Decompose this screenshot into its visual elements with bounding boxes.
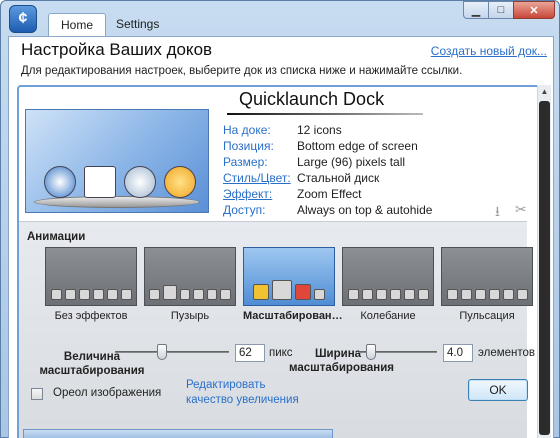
dock-preview-image [25,109,209,213]
zoom-width-slider[interactable] [359,344,437,360]
zoom-width-input[interactable]: 4.0 [443,344,473,362]
close-button[interactable]: ✕ [513,1,555,19]
weather-icon [164,166,196,198]
zoom-size-label: Величина масштабирования [39,351,145,377]
dock-strip [149,285,231,300]
tab-settings[interactable]: Settings [104,13,171,35]
animation-label: Колебание [360,310,416,322]
next-dock-preview-peek [23,429,333,438]
maximize-icon: □ [497,4,505,16]
info-value: Zoom Effect [297,187,362,201]
animation-label: Без эффектов [54,310,128,322]
close-icon: ✕ [529,4,539,17]
dock-strip [347,286,429,300]
animation-label: Пузырь [170,310,210,322]
info-value: Стальной диск [297,171,380,185]
animation-option-pulse[interactable] [441,247,533,306]
scrollbar[interactable]: ▲ [537,85,551,438]
info-value: 12 icons [297,123,342,137]
glow-checkbox[interactable] [31,388,43,400]
tools-icon[interactable]: ✂ [515,201,527,218]
animation-option-swing[interactable] [342,247,434,306]
minimize-button[interactable]: ▁ [463,1,489,19]
title-divider [227,113,423,115]
dock-strip [50,286,132,300]
zoom-size-slider[interactable] [115,344,229,360]
app-logo-icon[interactable]: ¢ [9,5,37,33]
instructions-text: Для редактирования настроек, выберите до… [21,65,463,77]
zoom-width-unit: элементов [478,347,536,359]
windows-icon [44,166,76,198]
scroll-up-icon[interactable]: ▲ [540,87,549,96]
info-value: Large (96) pixels tall [297,155,406,169]
animation-label: Пульсация [459,310,515,322]
window-frame: ¢ Home Settings ▁ □ ✕ Настройка Ваших до… [0,0,560,438]
info-label: Размер: [223,155,268,169]
info-value: Bottom edge of screen [297,139,418,153]
tab-home[interactable]: Home [48,13,107,37]
zoom-size-slider-thumb[interactable] [157,344,167,360]
animations-header: Анимации [27,231,86,243]
edit-zoom-quality-link[interactable]: Редактировать качество увеличения [186,378,306,408]
effect-link[interactable]: Эффект: [223,187,295,201]
zoom-width-slider-thumb[interactable] [366,344,376,360]
finder-icon [124,166,156,198]
style-link[interactable]: Стиль/Цвет: [223,171,295,185]
info-label: Позиция: [223,139,274,153]
info-value: Always on top & autohide [297,203,433,217]
animation-option-bubble[interactable] [144,247,236,306]
animation-label: Масштабирован… [243,310,343,322]
animation-option-none[interactable] [45,247,137,306]
scrollbar-thumb[interactable] [539,101,550,435]
glow-checkbox-label: Ореол изображения [53,387,162,399]
create-dock-link[interactable]: Создать новый док... [431,44,547,58]
dock-strip [446,286,528,300]
animation-option-zoom[interactable] [243,247,335,306]
info-label: На доке: [223,123,271,137]
dock-title: Quicklaunch Dock [239,89,385,109]
dock-strip [248,280,330,300]
zoom-size-input[interactable]: 62 [235,344,265,362]
info-label: Доступ: [223,203,266,217]
ok-button[interactable]: OK [468,379,528,401]
maximize-button[interactable]: □ [488,1,514,19]
page-title: Настройка Ваших доков [21,40,213,59]
minimize-icon: ▁ [471,4,481,17]
calendar-icon [84,166,116,198]
